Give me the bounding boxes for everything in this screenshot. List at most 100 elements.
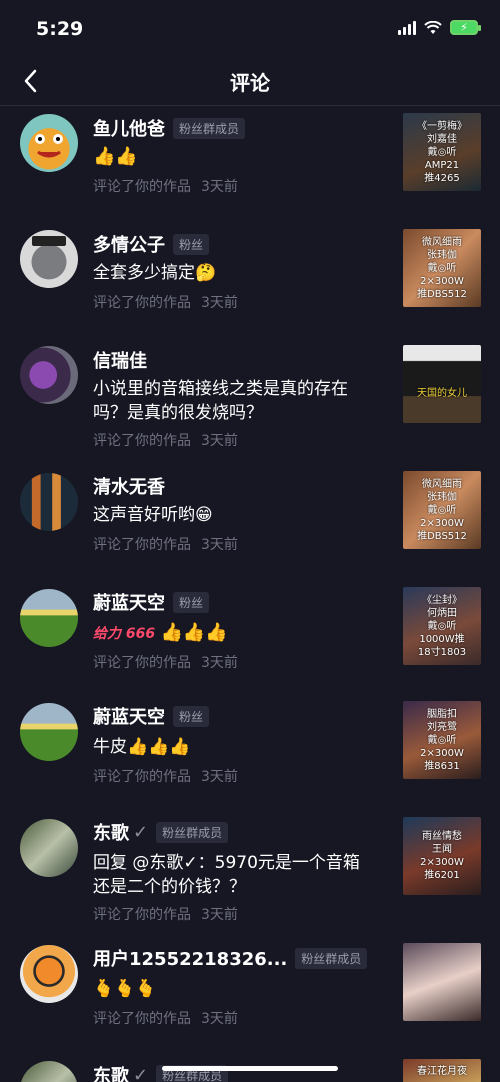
list-item[interactable]: 信瑞佳 小说里的音箱接线之类是真的存在吗？是真的很发烧吗？ 评论了你的作品 3天前… [0,339,500,471]
thumb-line: 张玮伽 [427,491,457,503]
thumb-line: 2×300W [420,857,464,868]
verified-icon: ✓ [133,821,149,843]
list-item[interactable]: 东歌 ✓ 粉丝群成员 春江花月夜 [0,1059,500,1082]
action-text: 评论了你的作品 [93,1011,191,1027]
list-item[interactable]: 鱼儿他爸 粉丝群成员 👍👍 评论了你的作品 3天前 《一剪梅》 刘嘉佳 戴◎听 A… [0,107,500,217]
fan-badge: 粉丝群成员 [156,821,229,843]
thumb-line: 戴◎听 [427,620,457,632]
nav-bar: 评论 [0,56,500,106]
user-name[interactable]: 蔚蓝天空 [93,589,165,615]
thumb-line: AMP21 [424,159,460,171]
user-name[interactable]: 蔚蓝天空 [93,703,165,729]
avatar[interactable] [20,230,78,288]
avatar[interactable] [20,819,78,877]
wifi-icon [424,20,442,34]
action-text: 评论了你的作品 [93,655,191,671]
comment-text: 👍👍 [93,146,138,167]
action-text: 评论了你的作品 [93,907,191,923]
avatar[interactable] [20,114,78,172]
time-text: 3天前 [201,433,238,449]
thumb-line: 1000W推 [419,633,465,645]
monster-avatar-icon [35,134,63,158]
thumb-line: 推DBS512 [417,288,467,300]
avatar[interactable] [20,473,78,531]
action-text: 评论了你的作品 [93,295,191,311]
time-text: 3天前 [201,537,238,553]
thumb-line: 《一剪梅》 [417,120,467,132]
thumb-line: 推6201 [424,870,460,881]
page-title: 评论 [230,71,270,95]
video-thumbnail[interactable]: 《一剪梅》 刘嘉佳 戴◎听 AMP21 推4265 [403,113,481,191]
comment-text: 小说里的音箱接线之类是真的存在吗？是真的很发烧吗？ [93,379,348,423]
thumb-line: 春江花月夜 [417,1065,467,1077]
status-time: 5:29 [36,18,84,40]
thumb-line: 推DBS512 [417,530,467,542]
avatar[interactable] [20,945,78,1003]
user-name[interactable]: 多情公子 [93,231,165,257]
time-text: 3天前 [201,655,238,671]
user-name[interactable]: 东歌 [93,1062,129,1082]
video-thumbnail[interactable]: 微风细雨 张玮伽 戴◎听 2×300W 推DBS512 [403,471,481,549]
thumb-line: 天国的女儿 [417,387,467,399]
comment-meta: 评论了你的作品 3天前 [93,766,238,786]
user-name[interactable]: 清水无香 [93,473,165,499]
comment-text: 牛皮👍👍👍 [93,737,191,757]
battery-icon: ⚡ [450,20,481,35]
status-icons: ⚡ [398,20,481,35]
comment-text: 给力 666 👍👍👍 [93,621,373,646]
video-thumbnail[interactable]: 《尘封》 何炳田 戴◎听 1000W推 18寸1803 [403,587,481,665]
avatar[interactable] [20,346,78,404]
comment-meta: 评论了你的作品 3天前 [93,292,238,312]
fan-badge: 粉丝 [173,705,210,727]
comment-text: 回复 @东歌✓：5970元是一个音箱还是二个的价钱？？ [93,853,360,897]
video-thumbnail[interactable]: 胭脂扣 刘亮鹭 戴◎听 2×300W 推8631 [403,701,481,779]
list-item[interactable]: 东歌 ✓ 粉丝群成员 回复 @东歌✓：5970元是一个音箱还是二个的价钱？？ 评… [0,817,500,943]
list-item[interactable]: 用户12552218326... 粉丝群成员 🫰🫰🫰 评论了你的作品 3天前 [0,943,500,1055]
user-name[interactable]: 鱼儿他爸 [93,115,165,141]
action-text: 评论了你的作品 [93,433,191,449]
home-indicator[interactable] [162,1066,338,1071]
avatar[interactable] [20,703,78,761]
avatar[interactable] [20,589,78,647]
time-text: 3天前 [201,295,238,311]
avatar[interactable] [20,1061,78,1082]
thumb-line: 何炳田 [427,607,457,619]
thumb-line: 2×300W [420,275,464,287]
time-text: 3天前 [201,769,238,785]
thumb-line: 2×300W [420,747,464,759]
video-thumbnail[interactable]: 微风细雨 张玮伽 戴◎听 2×300W 推DBS512 [403,229,481,307]
thumb-line: 刘亮鹭 [427,721,457,733]
thumb-line: 戴◎听 [427,146,457,158]
thumb-line: 《尘封》 [422,594,462,606]
video-thumbnail[interactable]: 雨丝情愁 王闻 2×300W 推6201 [403,817,481,895]
user-name[interactable]: 东歌 [93,819,129,845]
status-bar: 5:29 ⚡ [0,0,500,56]
user-name[interactable]: 信瑞佳 [93,347,147,373]
comment-meta: 评论了你的作品 3天前 [93,904,238,924]
thumb-line: 戴◎听 [427,262,457,274]
fan-badge: 粉丝群成员 [173,117,246,139]
list-item[interactable]: 多情公子 粉丝 全套多少搞定🤔 评论了你的作品 3天前 微风细雨 张玮伽 戴◎听 … [0,223,500,333]
comment-text: 全套多少搞定🤔 [93,263,217,283]
list-item[interactable]: 蔚蓝天空 粉丝 牛皮👍👍👍 评论了你的作品 3天前 胭脂扣 刘亮鹭 戴◎听 2×3… [0,701,500,813]
video-thumbnail[interactable]: 春江花月夜 [403,1059,481,1082]
thumb-line: 推8631 [424,760,460,772]
thumb-line: 戴◎听 [427,734,457,746]
sticker-text: 给力 666 [93,626,156,642]
action-text: 评论了你的作品 [93,179,191,195]
fan-badge: 粉丝 [173,591,210,613]
list-item[interactable]: 清水无香 这声音好听哟😁 评论了你的作品 3天前 微风细雨 张玮伽 戴◎听 2×3… [0,471,500,587]
thumb-line: 雨丝情愁 [422,831,462,842]
thumb-line: 推4265 [424,172,460,184]
thumb-line: 刘嘉佳 [427,133,457,145]
time-text: 3天前 [201,907,238,923]
thumb-line: 微风细雨 [422,478,462,490]
list-item[interactable]: 蔚蓝天空 粉丝 给力 666 👍👍👍 评论了你的作品 3天前 《尘封》 何炳田 戴… [0,587,500,699]
fan-badge: 粉丝群成员 [295,947,368,969]
thumb-line: 张玮伽 [427,249,457,261]
thumb-line: 微风细雨 [422,236,462,248]
user-name[interactable]: 用户12552218326... [93,945,287,971]
fan-badge: 粉丝 [173,233,210,255]
video-thumbnail[interactable] [403,943,481,1021]
video-thumbnail[interactable]: 天国的女儿 [403,345,481,423]
